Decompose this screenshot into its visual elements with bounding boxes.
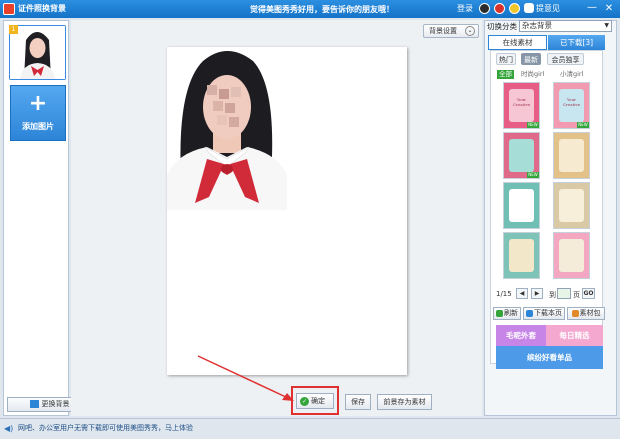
banner-wool-coat[interactable]: 毛呢外套 <box>496 325 546 346</box>
package-icon <box>571 309 579 317</box>
material-tile[interactable] <box>553 182 590 229</box>
download-icon <box>526 309 533 317</box>
new-badge: NEW <box>527 172 539 178</box>
tile-frame <box>509 189 534 222</box>
change-background-label: 更换背景 <box>41 400 70 408</box>
next-page-button[interactable]: ▶ <box>531 288 543 299</box>
material-tile[interactable]: Your Creative NEW <box>553 82 590 129</box>
page-indicator: 1/15 <box>496 290 512 298</box>
close-button[interactable]: ✕ <box>600 1 618 17</box>
new-badge: NEW <box>527 122 539 128</box>
tab-downloaded[interactable]: 已下载[3] <box>548 35 605 50</box>
tile-title: Your Creative <box>562 97 581 107</box>
tile-frame <box>559 139 584 172</box>
background-settings-label: 背景设置 <box>429 27 457 35</box>
material-pack-label: 素材包 <box>579 309 601 317</box>
feedback-link[interactable]: 提意见 <box>536 3 560 14</box>
login-link[interactable]: 登录 <box>457 3 473 14</box>
filter-fashion-girl[interactable]: 时尚girl <box>521 70 544 79</box>
prev-page-button[interactable]: ◀ <box>516 288 528 299</box>
image-icon <box>29 400 39 408</box>
material-tile[interactable]: Your Creative NEW <box>503 82 540 129</box>
material-pack-button[interactable]: 素材包 <box>567 307 605 320</box>
app-logo-icon <box>3 3 15 15</box>
save-foreground-as-material-button[interactable]: 前景存为素材 <box>377 394 432 410</box>
switch-category-label: 切换分类 <box>487 22 517 31</box>
minimize-button[interactable]: — <box>584 1 600 17</box>
material-tile[interactable]: NEW <box>503 132 540 179</box>
refresh-button[interactable]: 刷新 <box>493 307 521 320</box>
material-tile[interactable] <box>553 232 590 279</box>
speaker-icon: ◀) <box>4 424 14 433</box>
goto-label: 到 <box>549 291 556 299</box>
status-message[interactable]: 网吧、办公室用户无需下载即可使用美图秀秀，马上体验 <box>18 423 193 433</box>
download-page-button[interactable]: 下载本页 <box>523 307 565 320</box>
page-number-input[interactable] <box>557 288 571 299</box>
add-image-button[interactable]: + 添加图片 <box>10 85 66 141</box>
material-tile[interactable] <box>503 182 540 229</box>
tile-frame <box>559 239 584 272</box>
chevron-down-icon: ⌄ <box>465 26 475 36</box>
user-icon[interactable] <box>494 3 505 14</box>
portrait-image <box>167 47 287 210</box>
chevron-down-icon: ▼ <box>604 22 609 29</box>
save-button[interactable]: 保存 <box>345 394 371 410</box>
new-badge: NEW <box>577 122 589 128</box>
plus-icon: + <box>28 91 48 116</box>
thumbnail-image <box>10 26 65 79</box>
qq-icon[interactable] <box>479 3 490 14</box>
tile-title: Your Creative <box>512 97 531 107</box>
subtab-members-only[interactable]: 会员独享 <box>547 53 584 65</box>
background-settings-button[interactable]: 背景设置 ⌄ <box>423 24 479 38</box>
tile-frame <box>509 139 534 172</box>
page-suffix-label: 页 <box>573 291 580 299</box>
promo-text[interactable]: 觉得美图秀秀好用，要告诉你的朋友哦！ <box>250 4 394 15</box>
tile-frame <box>509 239 534 272</box>
portrait-photo[interactable] <box>167 47 287 210</box>
check-icon: ✓ <box>300 396 309 406</box>
subtab-hot[interactable]: 热门 <box>496 53 516 65</box>
subtab-newest[interactable]: 最新 <box>521 53 541 65</box>
go-button[interactable]: GO <box>582 288 595 299</box>
feedback-icon[interactable] <box>524 3 534 13</box>
tile-frame <box>559 189 584 222</box>
filter-all[interactable]: 全部 <box>497 70 514 79</box>
refresh-icon <box>496 309 503 317</box>
weibo-icon[interactable] <box>509 3 520 14</box>
annotation-arrow <box>197 355 294 401</box>
photo-count-badge: 1 <box>9 25 18 34</box>
banner-colorful-items[interactable]: 缤纷好看单品 <box>496 346 603 369</box>
material-tile[interactable] <box>503 232 540 279</box>
material-tile[interactable] <box>553 132 590 179</box>
category-select[interactable]: 杂志背景 ▼ <box>519 20 612 32</box>
add-image-label: 添加图片 <box>22 122 54 131</box>
category-value: 杂志背景 <box>522 21 552 30</box>
tab-online-materials[interactable]: 在线素材 <box>488 35 547 50</box>
confirm-button[interactable]: ✓ 确定 <box>296 393 334 409</box>
confirm-label: 确定 <box>311 397 325 405</box>
app-title: 证件照换背景 <box>18 4 66 13</box>
filter-fresh-girl[interactable]: 小清girl <box>560 70 583 79</box>
banner-daily-picks[interactable]: 每日精选 <box>546 325 603 346</box>
refresh-label: 刷新 <box>504 309 518 317</box>
download-page-label: 下载本页 <box>534 309 562 317</box>
